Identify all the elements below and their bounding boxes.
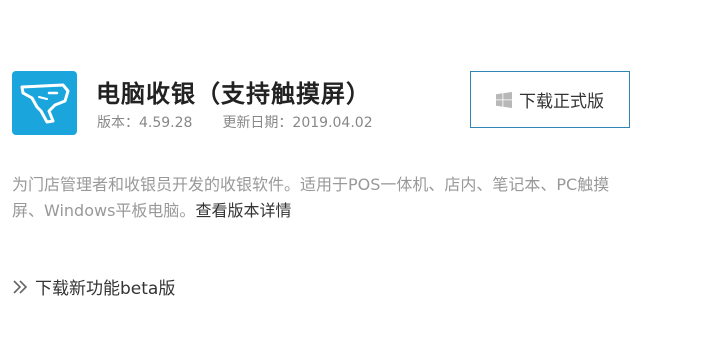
app-title: 电脑收银（支持触摸屏） xyxy=(96,80,371,108)
windows-icon xyxy=(496,91,512,108)
app-description: 为门店管理者和收银员开发的收银软件。适用于POS一体机、店内、笔记本、PC触摸屏… xyxy=(12,172,632,224)
cheetah-logo-icon xyxy=(20,83,69,124)
app-meta: 版本：4.59.28 更新日期：2019.04.02 xyxy=(97,112,373,132)
version-detail-link[interactable]: 查看版本详情 xyxy=(195,201,291,220)
app-logo-icon xyxy=(12,71,77,135)
double-chevron-right-icon xyxy=(13,279,28,294)
description-text: 为门店管理者和收银员开发的收银软件。适用于POS一体机、店内、笔记本、PC触摸屏… xyxy=(12,175,610,220)
update-date-text: 更新日期：2019.04.02 xyxy=(222,115,373,131)
version-text: 版本：4.59.28 xyxy=(97,115,193,131)
download-beta-label: 下载新功能beta版 xyxy=(35,279,176,299)
download-beta-link[interactable]: 下载新功能beta版 xyxy=(12,274,175,299)
download-release-button[interactable]: 下载正式版 xyxy=(470,71,630,128)
download-release-label: 下载正式版 xyxy=(519,92,604,112)
